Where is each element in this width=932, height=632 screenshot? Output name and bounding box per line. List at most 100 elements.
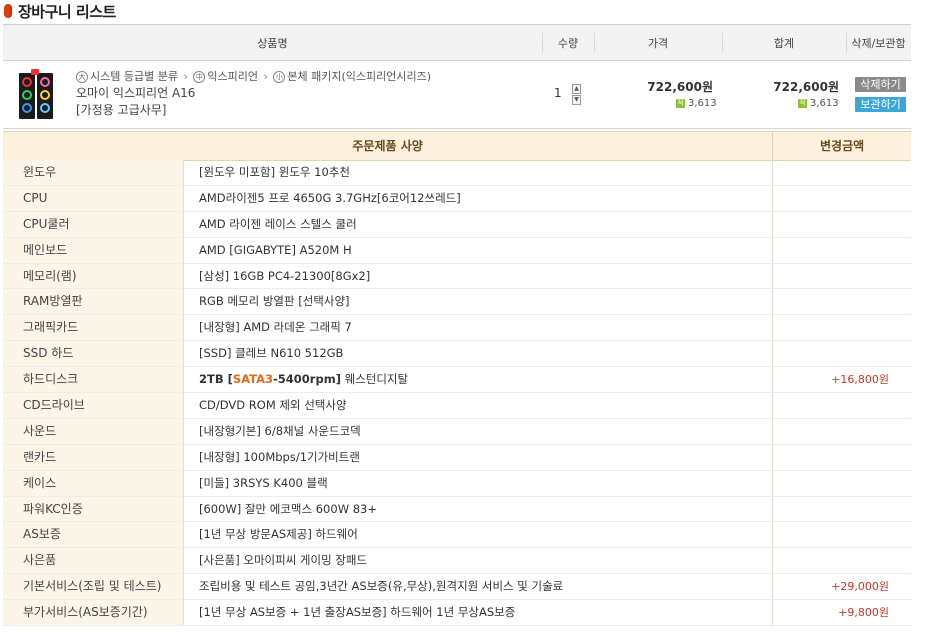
price-points-value: 3,613	[688, 98, 717, 109]
spec-label: SSD 하드	[3, 341, 184, 367]
category-large-link[interactable]: 시스템 등급별 분류	[90, 70, 178, 83]
total-points: 적 3,613	[798, 98, 839, 109]
cart-item-row: 大 시스템 등급별 분류 › 中 익스피리언 › 小 본체 패키지(익스피리언시리즈)…	[3, 60, 911, 129]
quantity-value: 1	[554, 86, 562, 100]
item-total: 722,600원	[773, 80, 839, 94]
spec-table-header: 주문제품 사양 변경금액	[3, 131, 911, 161]
spec-amount	[773, 186, 911, 211]
spec-value: [윈도우 미포함] 윈도우 10추천	[184, 160, 773, 185]
separator: ›	[183, 70, 188, 83]
spec-row: 그래픽카드 [내장형] AMD 라데온 그래픽 7	[3, 315, 911, 342]
product-name[interactable]: 오마이 익스피리언 A16	[76, 85, 536, 102]
product-subtitle: [가정용 고급사무]	[76, 103, 167, 117]
spec-amount	[773, 445, 911, 470]
spec-label: 부가서비스(AS보증기간)	[3, 600, 184, 626]
spec-row: RAM방열판 RGB 메모리 방열판 [선택사양]	[3, 289, 911, 316]
brand-badge-icon	[31, 69, 39, 75]
spec-header-title: 주문제품 사양	[352, 139, 423, 153]
spec-value: [내장형] 100Mbps/1기가비트랜	[184, 444, 773, 470]
spec-label: RAM방열판	[3, 289, 184, 315]
quantity-stepper[interactable]: ▲ ▼	[572, 84, 581, 105]
spec-amount	[773, 522, 911, 547]
spec-label: CPU쿨러	[3, 211, 184, 237]
spec-value: [600W] 잘만 에코맥스 600W 83+	[184, 496, 773, 522]
spec-amount	[773, 419, 911, 444]
spec-header-amount: 변경금액	[772, 132, 911, 160]
spec-label: 랜카드	[3, 444, 184, 470]
spec-value: RGB 메모리 방열판 [선택사양]	[184, 289, 773, 315]
spec-amount	[773, 471, 911, 496]
spec-label: 하드디스크	[3, 367, 184, 393]
spec-row: 메인보드 AMD [GIGABYTE] A520M H	[3, 237, 911, 264]
spec-value: [미들] 3RSYS K400 블랙	[184, 470, 773, 496]
spec-row: 메모리(램) [삼성] 16GB PC4-21300[8Gx2]	[3, 263, 911, 290]
spec-value: [사은품] 오마이피씨 게이밍 장패드	[184, 548, 773, 574]
spec-amount	[773, 238, 911, 263]
total-points-value: 3,613	[810, 98, 839, 109]
points-icon: 적	[676, 98, 685, 108]
pc-case-image	[19, 73, 35, 119]
spec-value: AMD라이젠5 프로 4650G 3.7GHz[6코어12쓰레드]	[184, 185, 773, 211]
col-header-total: 합계	[722, 25, 846, 60]
item-price: 722,600원	[647, 80, 713, 94]
col-header-price: 가격	[594, 25, 722, 60]
spec-label: 메인보드	[3, 237, 184, 263]
spec-amount	[773, 393, 911, 418]
spec-row: CPU쿨러 AMD 라이젠 레이스 스텔스 쿨러	[3, 211, 911, 238]
spec-row: AS보증 [1년 무상 방문AS제공] 하드웨어	[3, 522, 911, 549]
category-small-link[interactable]: 본체 패키지(익스피리언시리즈)	[287, 70, 431, 83]
spec-value: CD/DVD ROM 제외 선택사양	[184, 393, 773, 418]
category-medium-link[interactable]: 익스피리언	[207, 70, 258, 83]
delete-button[interactable]: 삭제하기	[855, 77, 906, 92]
col-header-product: 상품명	[257, 36, 288, 50]
keep-button[interactable]: 보관하기	[855, 97, 906, 112]
spec-value-hdd: 2TB [SATA3-5400rpm] 웨스턴디지탈	[184, 367, 773, 393]
spec-amount	[773, 548, 911, 573]
hdd-interface: SATA3	[232, 372, 274, 387]
spec-label: 케이스	[3, 470, 184, 496]
spec-value: [SSD] 클레브 N610 512GB	[184, 341, 773, 367]
cart-table-header: 상품명 수량 가격 합계 삭제/보관함	[3, 24, 911, 61]
qty-up-icon[interactable]: ▲	[572, 84, 581, 94]
spec-table: 윈도우 [윈도우 미포함] 윈도우 10추천 CPU AMD라이젠5 프로 4650…	[3, 160, 911, 627]
spec-label: 사운드	[3, 418, 184, 444]
hdd-capacity: 2TB [	[199, 372, 233, 387]
spec-amount	[773, 264, 911, 289]
spec-label: 파워KC인증	[3, 496, 184, 522]
spec-row: 윈도우 [윈도우 미포함] 윈도우 10추천	[3, 160, 911, 186]
spec-row: 하드디스크 2TB [SATA3-5400rpm] 웨스턴디지탈 +16,800원	[3, 367, 911, 394]
category-small-icon: 小	[273, 71, 286, 83]
hdd-rpm: -5400rpm]	[273, 372, 341, 387]
spec-label: 윈도우	[3, 160, 184, 185]
product-info: 大 시스템 등급별 분류 › 中 익스피리언 › 小 본체 패키지(익스피리언시리즈)…	[76, 68, 536, 119]
spec-label: 메모리(램)	[3, 263, 184, 289]
spec-row: CPU AMD라이젠5 프로 4650G 3.7GHz[6코어12쓰레드]	[3, 185, 911, 212]
col-header-delete-keep: 삭제/보관함	[846, 25, 911, 60]
page-title: 장바구니 리스트	[18, 2, 116, 21]
title-bullet-icon	[4, 4, 12, 18]
spec-label: 그래픽카드	[3, 315, 184, 341]
spec-row: 파워KC인증 [600W] 잘만 에코맥스 600W 83+	[3, 496, 911, 523]
spec-value: 조립비용 및 테스트 공임,3년간 AS보증(유,무상),원격지원 서비스 및 …	[184, 574, 773, 600]
spec-value: [내장형기본] 6/8채널 사운드코덱	[184, 418, 773, 444]
spec-value: [1년 무상 AS보증 + 1년 출장AS보증] 하드웨어 1년 무상AS보증	[184, 600, 773, 626]
spec-row: 부가서비스(AS보증기간) [1년 무상 AS보증 + 1년 출장AS보증] 하드…	[3, 600, 911, 627]
product-thumbnail[interactable]	[17, 69, 63, 121]
spec-amount: +16,800원	[831, 373, 889, 387]
spec-value: [1년 무상 방문AS제공] 하드웨어	[184, 522, 773, 548]
spec-label: AS보증	[3, 522, 184, 548]
spec-value: AMD 라이젠 레이스 스텔스 쿨러	[184, 211, 773, 237]
spec-amount	[773, 341, 911, 366]
spec-value: [삼성] 16GB PC4-21300[8Gx2]	[184, 263, 773, 289]
spec-value: [내장형] AMD 라데온 그래픽 7	[184, 315, 773, 341]
spec-amount	[773, 497, 911, 522]
spec-amount	[773, 212, 911, 237]
spec-amount	[773, 160, 911, 185]
spec-amount: +29,000원	[831, 580, 889, 594]
spec-row: 케이스 [미들] 3RSYS K400 블랙	[3, 470, 911, 497]
spec-row: 랜카드 [내장형] 100Mbps/1기가비트랜	[3, 444, 911, 471]
pc-case-image	[37, 73, 53, 119]
category-medium-icon: 中	[193, 71, 206, 83]
spec-label: 기본서비스(조립 및 테스트)	[3, 574, 184, 600]
qty-down-icon[interactable]: ▼	[572, 95, 581, 105]
